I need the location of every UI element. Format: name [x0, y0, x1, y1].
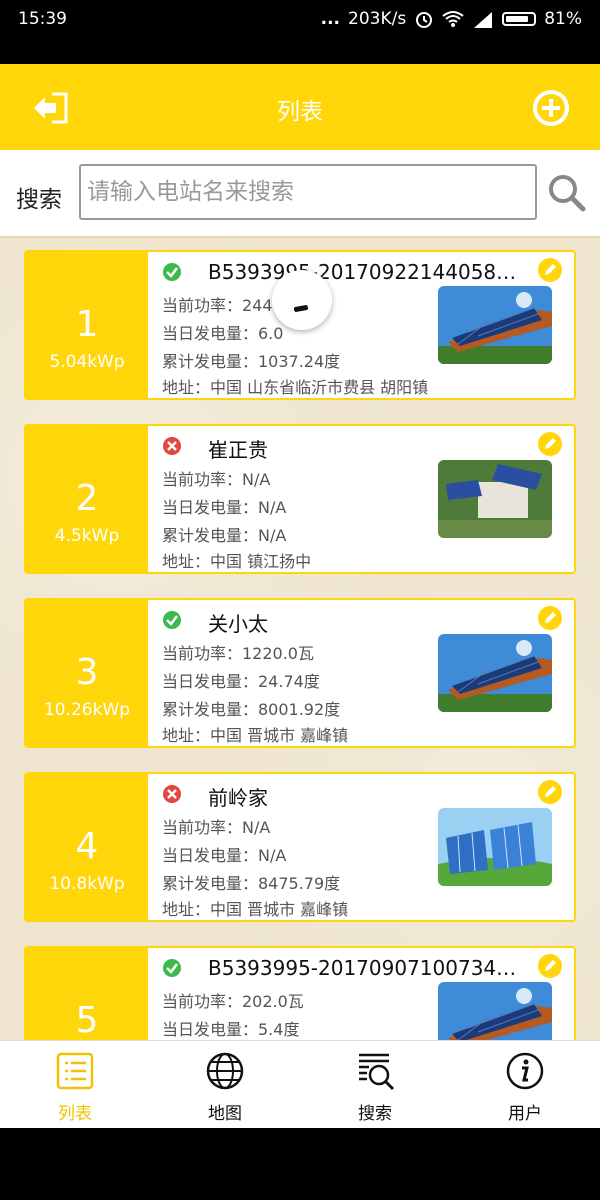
tab-list[interactable]: 列表 — [0, 1041, 150, 1129]
station-daily: 当日发电量：6.0 — [162, 324, 284, 343]
station-address: 地址：中国 山东省临沂市费县 胡阳镇 — [162, 378, 429, 397]
station-badge: 3 10.26kWp — [26, 600, 148, 746]
station-address: 地址：中国 晋城市 嘉峰镇 — [162, 900, 349, 919]
station-index: 5 — [75, 1000, 99, 1040]
station-card[interactable]: 3 10.26kWp 关小太 当前功率：1220.0瓦 当日发电量：24.74度… — [24, 598, 576, 748]
station-photo — [438, 634, 552, 712]
battery-percent: 81% — [544, 9, 582, 29]
station-name: 前岭家 — [208, 786, 268, 810]
station-daily: 当日发电量：24.74度 — [162, 672, 320, 691]
edit-icon[interactable] — [538, 606, 562, 630]
station-address: 地址：中国 晋城市 嘉峰镇 — [162, 726, 349, 745]
station-power: 当前功率：N/A — [162, 470, 271, 489]
station-capacity: 10.8kWp — [49, 874, 125, 894]
station-total: 累计发电量：1037.24度 — [162, 352, 341, 371]
station-name: 崔正贵 — [208, 438, 268, 462]
status-ok-icon — [163, 611, 181, 629]
station-address: 地址：中国 镇江扬中 — [162, 552, 312, 571]
station-power: 当前功率：1220.0瓦 — [162, 644, 314, 663]
edit-icon[interactable] — [538, 780, 562, 804]
station-name: B5393995-2017090710073477... — [208, 956, 528, 980]
station-card[interactable]: 5 B5393995-2017090710073477... 当前功率：202.… — [24, 946, 576, 1040]
station-capacity: 10.26kWp — [43, 700, 131, 720]
page-title: 列表 — [277, 99, 323, 125]
station-badge: 5 — [26, 948, 148, 1040]
system-nav-bar — [0, 1128, 600, 1200]
station-name: B5393995-2017092214405863... — [208, 260, 528, 284]
search-input[interactable] — [79, 164, 537, 220]
station-power: 当前功率：N/A — [162, 818, 271, 837]
network-speed: 203K/s — [348, 9, 407, 29]
search-label: 搜索 — [16, 187, 62, 213]
battery-icon — [502, 12, 537, 26]
station-index: 3 — [75, 652, 99, 693]
status-ok-icon — [163, 959, 181, 977]
station-total: 累计发电量：N/A — [162, 526, 287, 545]
station-capacity: 5.04kWp — [49, 352, 125, 372]
status-bar: 15:39 ... 203K/s 81% — [0, 0, 600, 64]
station-photo — [438, 460, 552, 538]
search-bar: 搜索 — [0, 150, 600, 238]
alarm-icon — [416, 12, 433, 28]
station-photo — [438, 808, 552, 886]
station-card[interactable]: 2 4.5kWp 崔正贵 当前功率：N/A 当日发电量：N/A 累计发电量：N/… — [24, 424, 576, 574]
bottom-tab-bar: 列表 地图 搜索 用户 — [0, 1040, 600, 1128]
station-power: 当前功率：202.0瓦 — [162, 992, 304, 1011]
station-badge: 1 5.04kWp — [26, 252, 148, 398]
tab-search-label: 搜索 — [358, 1104, 392, 1124]
tab-map-label: 地图 — [208, 1104, 242, 1124]
wifi-icon — [442, 11, 464, 27]
station-daily: 当日发电量：N/A — [162, 498, 287, 517]
station-index: 1 — [75, 304, 99, 345]
station-list: 1 5.04kWp B5393995-2017092214405863... 当… — [0, 238, 600, 1040]
station-total: 累计发电量：8001.92度 — [162, 700, 341, 719]
station-total: 累计发电量：8475.79度 — [162, 874, 341, 893]
signal-icon — [474, 12, 493, 28]
station-power: 当前功率：244 — [162, 296, 273, 315]
status-right: ... 203K/s 81% — [321, 9, 582, 29]
tab-map[interactable]: 地图 — [150, 1041, 300, 1129]
station-name: 关小太 — [208, 612, 268, 636]
tab-user[interactable]: 用户 — [450, 1041, 600, 1129]
loading-spinner — [272, 270, 332, 330]
station-photo — [438, 982, 552, 1040]
edit-icon[interactable] — [538, 954, 562, 978]
station-index: 4 — [75, 826, 99, 867]
edit-icon[interactable] — [538, 432, 562, 456]
add-circle-icon[interactable] — [532, 89, 570, 127]
station-capacity: 4.5kWp — [54, 526, 120, 546]
status-ok-icon — [163, 263, 181, 281]
list-icon — [56, 1052, 94, 1090]
status-error-icon — [163, 785, 181, 803]
info-icon — [506, 1052, 544, 1090]
search-icon[interactable] — [546, 172, 586, 212]
edit-icon[interactable] — [538, 258, 562, 282]
app-bar: 列表 — [0, 64, 600, 150]
search-doc-icon — [359, 1053, 395, 1091]
status-time: 15:39 — [18, 9, 67, 29]
station-badge: 4 10.8kWp — [26, 774, 148, 920]
status-dots: ... — [320, 9, 341, 29]
station-daily: 当日发电量：5.4度 — [162, 1020, 300, 1039]
station-daily: 当日发电量：N/A — [162, 846, 287, 865]
globe-icon — [206, 1052, 244, 1090]
station-photo — [438, 286, 552, 364]
station-badge: 2 4.5kWp — [26, 426, 148, 572]
tab-user-label: 用户 — [508, 1104, 542, 1124]
tab-search[interactable]: 搜索 — [300, 1041, 450, 1129]
status-error-icon — [163, 437, 181, 455]
tab-list-label: 列表 — [58, 1104, 92, 1124]
station-card[interactable]: 4 10.8kWp 前岭家 当前功率：N/A 当日发电量：N/A 累计发电量：8… — [24, 772, 576, 922]
station-index: 2 — [75, 478, 99, 519]
